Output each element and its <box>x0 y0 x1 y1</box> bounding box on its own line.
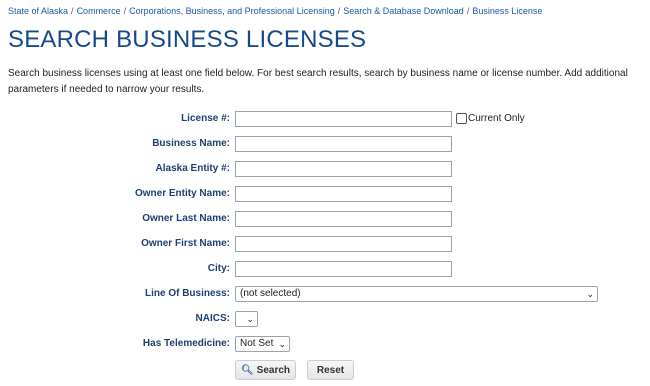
search-button-label: Search <box>256 365 291 376</box>
line-of-business-label: Line Of Business: <box>144 288 230 299</box>
breadcrumb-commerce[interactable]: Commerce <box>77 6 121 16</box>
entity-label: Alaska Entity #: <box>155 163 230 174</box>
license-row: License #: Current Only <box>0 111 650 129</box>
license-input[interactable] <box>235 111 452 127</box>
owner-last-label: Owner Last Name: <box>142 213 230 224</box>
telemedicine-label: Has Telemedicine: <box>142 338 230 349</box>
breadcrumb-separator: / <box>466 6 470 16</box>
naics-select[interactable]: ⌄ <box>235 311 258 327</box>
city-label: City: <box>207 263 230 274</box>
owner-first-label: Owner First Name: <box>141 238 230 249</box>
button-row: 🔍︎ Search Reset <box>0 360 650 380</box>
city-row: City: <box>0 261 650 279</box>
business-name-row: Business Name: <box>0 136 650 154</box>
chevron-down-icon: ⌄ <box>278 339 286 349</box>
business-name-label: Business Name: <box>152 138 230 149</box>
chevron-down-icon: ⌄ <box>246 314 254 324</box>
chevron-down-icon: ⌄ <box>586 289 594 299</box>
breadcrumb-business-license[interactable]: Business License <box>472 6 542 16</box>
telemedicine-select[interactable]: Not Set ⌄ <box>235 336 290 352</box>
owner-entity-label: Owner Entity Name: <box>134 188 230 199</box>
telemedicine-value: Not Set <box>240 338 274 349</box>
line-of-business-value: (not selected) <box>240 288 301 299</box>
breadcrumb: State of Alaska / Commerce / Corporations, B… <box>8 6 542 16</box>
license-label: License #: <box>181 113 230 124</box>
owner-last-input[interactable] <box>235 211 452 227</box>
page-title: SEARCH BUSINESS LICENSES <box>8 26 367 53</box>
owner-last-row: Owner Last Name: <box>0 211 650 229</box>
reset-button[interactable]: Reset <box>307 360 354 380</box>
naics-row: NAICS: ⌄ <box>0 311 650 329</box>
owner-entity-input[interactable] <box>235 186 452 202</box>
business-name-input[interactable] <box>235 136 452 152</box>
breadcrumb-separator: / <box>71 6 74 16</box>
owner-first-input[interactable] <box>235 236 452 252</box>
line-of-business-select[interactable]: (not selected) ⌄ <box>235 286 598 302</box>
breadcrumb-separator: / <box>123 6 127 16</box>
current-only-checkbox[interactable] <box>456 113 467 124</box>
search-button[interactable]: 🔍︎ Search <box>235 360 296 380</box>
breadcrumb-search-download[interactable]: Search & Database Download <box>343 6 464 16</box>
entity-row: Alaska Entity #: <box>0 161 650 179</box>
entity-input[interactable] <box>235 161 452 177</box>
breadcrumb-separator: / <box>337 6 341 16</box>
owner-first-row: Owner First Name: <box>0 236 650 254</box>
intro-text: Search business licenses using at least … <box>8 68 628 95</box>
city-input[interactable] <box>235 261 452 277</box>
line-of-business-row: Line Of Business: (not selected) ⌄ <box>0 286 650 304</box>
magnifier-icon: 🔍︎ <box>240 365 254 376</box>
reset-button-label: Reset <box>316 365 345 376</box>
breadcrumb-cbpl[interactable]: Corporations, Business, and Professional… <box>129 6 335 16</box>
breadcrumb-state-of-alaska[interactable]: State of Alaska <box>8 6 68 16</box>
naics-label: NAICS: <box>195 313 230 324</box>
current-only-label[interactable]: Current Only <box>468 112 525 126</box>
owner-entity-row: Owner Entity Name: <box>0 186 650 204</box>
telemedicine-row: Has Telemedicine: Not Set ⌄ <box>0 336 650 354</box>
